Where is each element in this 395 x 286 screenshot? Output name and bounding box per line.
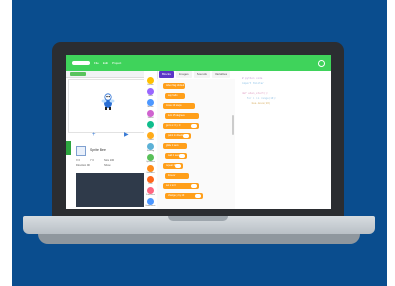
- code-block[interactable]: when flag clicked: [163, 83, 185, 89]
- category-events-icon[interactable]: [147, 77, 154, 84]
- code-block[interactable]: repeat 10: [163, 163, 183, 169]
- category-variables-icon[interactable]: [147, 165, 154, 172]
- code-line[interactable]: def when_start():: [242, 92, 269, 95]
- project-bar: [66, 71, 146, 78]
- category-lists-icon[interactable]: [147, 176, 154, 183]
- play-icon[interactable]: ▶: [124, 132, 129, 138]
- sprite-properties: X 0 Y 0 Size 100 Direction 90 Show: [76, 159, 140, 171]
- bee-sprite-icon[interactable]: [101, 92, 115, 110]
- category-label: Sound: [147, 117, 154, 119]
- sprite-panel: Sprite Bee X 0 Y 0 Size 100 Direction 90…: [66, 141, 144, 207]
- category-label: Pen: [148, 128, 153, 130]
- laptop-base-bottom: [38, 234, 360, 244]
- code-block[interactable]: wait 1 seconds: [165, 153, 187, 159]
- category-label: Operators: [146, 161, 155, 163]
- code-block[interactable]: point in direction 90: [165, 133, 191, 139]
- editor-tabs: Blocks Images Sounds Variables: [157, 71, 234, 78]
- stage-area[interactable]: [68, 79, 146, 133]
- code-block[interactable]: turn 15 degrees: [165, 113, 199, 119]
- category-motion-icon[interactable]: [147, 99, 154, 106]
- code-line[interactable]: import tkinter: [242, 82, 264, 85]
- sprite-name: Sprite Bee: [90, 148, 106, 152]
- code-block[interactable]: say hello: [165, 93, 185, 99]
- category-label: Looks: [147, 95, 154, 97]
- code-line[interactable]: for i in range(10):: [247, 97, 277, 100]
- category-label: Sensing: [146, 150, 155, 152]
- code-block[interactable]: go to x: 0 y: 0: [163, 123, 199, 129]
- prop-y[interactable]: Y 0: [90, 159, 94, 162]
- prop-size[interactable]: Size 100: [104, 159, 114, 162]
- code-block[interactable]: glide 1 secs: [163, 143, 187, 149]
- block-input[interactable]: [175, 164, 181, 168]
- menu-file[interactable]: File: [94, 61, 99, 65]
- top-menu-bar: File Edit Project: [66, 55, 331, 71]
- category-label: Control: [147, 139, 154, 141]
- laptop-screen: File Edit Project + ▶ Sprite Bee X 0 Y 0…: [66, 55, 331, 209]
- prop-direction[interactable]: Direction 90: [76, 164, 90, 167]
- menu-edit[interactable]: Edit: [103, 61, 108, 65]
- code-panel[interactable]: # python code import tkinter def when_star…: [236, 71, 331, 209]
- add-icon[interactable]: +: [92, 132, 97, 138]
- category-sound-icon[interactable]: [147, 110, 154, 117]
- tab-sounds[interactable]: Sounds: [193, 71, 210, 78]
- category-control-icon[interactable]: [147, 132, 154, 139]
- category-label: Functions: [146, 194, 155, 196]
- tab-variables[interactable]: Variables: [211, 71, 231, 78]
- side-tab[interactable]: [66, 141, 71, 155]
- menu-project[interactable]: Project: [112, 61, 121, 65]
- code-block[interactable]: forever: [165, 173, 189, 179]
- category-operators-icon[interactable]: [147, 154, 154, 161]
- code-block[interactable]: set x to 0: [163, 183, 199, 189]
- laptop-notch: [168, 216, 228, 221]
- category-functions-icon[interactable]: [147, 187, 154, 194]
- tab-images[interactable]: Images: [175, 71, 192, 78]
- palette-scrollbar[interactable]: [232, 115, 234, 135]
- app-logo[interactable]: [72, 61, 90, 65]
- code-block[interactable]: change y by 10: [165, 193, 203, 199]
- tab-blocks[interactable]: Blocks: [159, 71, 174, 78]
- code-line[interactable]: bee.move(10): [252, 102, 271, 105]
- category-label: Events: [147, 84, 154, 86]
- block-palette: when flag clicked say hello move 10 steps t…: [157, 79, 235, 209]
- sprite-list-area: [76, 173, 144, 207]
- block-input[interactable]: [183, 134, 189, 138]
- sprite-row[interactable]: Sprite Bee: [76, 146, 140, 156]
- stage-controls: + ▶: [68, 132, 144, 140]
- sprite-thumbnail[interactable]: [76, 146, 86, 156]
- block-input[interactable]: [195, 194, 201, 198]
- block-input[interactable]: [191, 124, 197, 128]
- category-label: Motion: [147, 106, 154, 108]
- project-tab[interactable]: [70, 72, 86, 76]
- category-label: Variables: [146, 172, 155, 174]
- category-extensions-icon[interactable]: [147, 198, 154, 205]
- block-categories: Events Looks Motion Sound Pen Control Sensing O…: [144, 71, 158, 209]
- code-block[interactable]: move 10 steps: [163, 103, 195, 109]
- category-label: Extensions: [145, 205, 156, 207]
- category-pen-icon[interactable]: [147, 121, 154, 128]
- prop-x[interactable]: X 0: [76, 159, 80, 162]
- block-input[interactable]: [179, 154, 185, 158]
- user-circle-icon[interactable]: [318, 59, 325, 67]
- category-sensing-icon[interactable]: [147, 143, 154, 150]
- code-line[interactable]: # python code: [242, 77, 262, 80]
- prop-show[interactable]: Show: [104, 164, 111, 167]
- category-label: Lists: [148, 183, 153, 185]
- category-looks-icon[interactable]: [147, 88, 154, 95]
- block-input[interactable]: [191, 184, 197, 188]
